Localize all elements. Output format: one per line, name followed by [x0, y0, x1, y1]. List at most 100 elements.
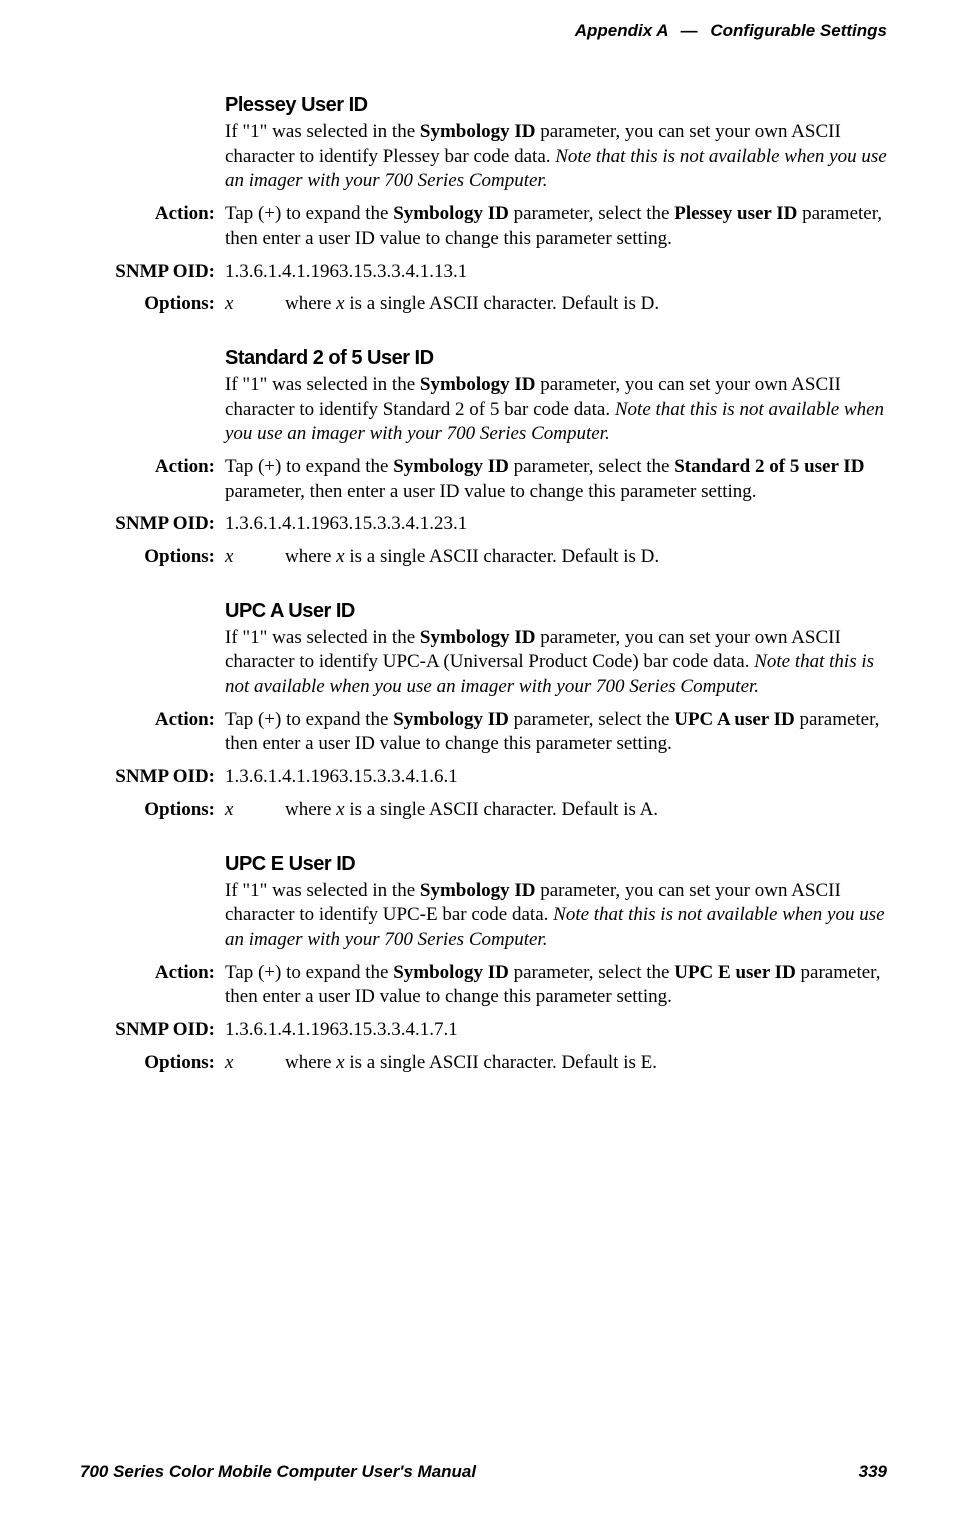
action-text: Tap (+) to expand the — [225, 456, 393, 477]
option-description: where x is a single ASCII character. Def… — [285, 292, 887, 317]
snmp-label: SNMP OID: — [80, 512, 225, 537]
intro-bold: Symbology ID — [420, 627, 536, 648]
snmp-row: SNMP OID: 1.3.6.1.4.1.1963.15.3.3.4.1.7.… — [80, 1018, 887, 1043]
option-symbol: x — [225, 545, 285, 570]
page-footer: 700 Series Color Mobile Computer User's … — [80, 1461, 887, 1483]
section-standard-2of5: Standard 2 of 5 User ID If "1" was selec… — [80, 345, 887, 570]
header-separator: — — [673, 21, 706, 40]
action-text: Tap (+) to expand the — [225, 962, 393, 983]
options-label: Options: — [80, 1051, 225, 1076]
intro-text: If "1" was selected in the — [225, 880, 420, 901]
section-upc-a: UPC A User ID If "1" was selected in the… — [80, 598, 887, 823]
action-row: Action: Tap (+) to expand the Symbology … — [80, 961, 887, 1010]
options-row: Options: x where x is a single ASCII cha… — [80, 798, 887, 823]
opt-x: x — [336, 799, 344, 820]
snmp-value: 1.3.6.1.4.1.1963.15.3.3.4.1.7.1 — [225, 1018, 887, 1043]
section-intro: If "1" was selected in the Symbology ID … — [225, 879, 887, 953]
opt-x: x — [336, 546, 344, 567]
options-value: x where x is a single ASCII character. D… — [225, 798, 887, 823]
snmp-value: 1.3.6.1.4.1.1963.15.3.3.4.1.23.1 — [225, 512, 887, 537]
intro-bold: Symbology ID — [420, 880, 536, 901]
opt-text: where — [285, 799, 336, 820]
action-text: parameter, select the — [509, 709, 674, 730]
action-bold: Symbology ID — [393, 203, 509, 224]
action-bold: UPC A user ID — [674, 709, 795, 730]
section-intro: If "1" was selected in the Symbology ID … — [225, 120, 887, 194]
opt-x: x — [336, 293, 344, 314]
action-bold: Symbology ID — [393, 456, 509, 477]
options-label: Options: — [80, 798, 225, 823]
intro-text: If "1" was selected in the — [225, 374, 420, 395]
snmp-label: SNMP OID: — [80, 1018, 225, 1043]
action-value: Tap (+) to expand the Symbology ID param… — [225, 708, 887, 757]
snmp-row: SNMP OID: 1.3.6.1.4.1.1963.15.3.3.4.1.13… — [80, 260, 887, 285]
option-description: where x is a single ASCII character. Def… — [285, 1051, 887, 1076]
snmp-row: SNMP OID: 1.3.6.1.4.1.1963.15.3.3.4.1.23… — [80, 512, 887, 537]
intro-text: If "1" was selected in the — [225, 627, 420, 648]
action-text: Tap (+) to expand the — [225, 709, 393, 730]
option-symbol: x — [225, 292, 285, 317]
action-label: Action: — [80, 455, 225, 480]
opt-text: is a single ASCII character. Default is … — [345, 293, 659, 314]
action-label: Action: — [80, 202, 225, 227]
action-row: Action: Tap (+) to expand the Symbology … — [80, 455, 887, 504]
action-value: Tap (+) to expand the Symbology ID param… — [225, 202, 887, 251]
header-appendix: Appendix A — [575, 21, 668, 40]
section-upc-e: UPC E User ID If "1" was selected in the… — [80, 851, 887, 1076]
options-row: Options: x where x is a single ASCII cha… — [80, 545, 887, 570]
option-symbol: x — [225, 798, 285, 823]
snmp-value: 1.3.6.1.4.1.1963.15.3.3.4.1.6.1 — [225, 765, 887, 790]
action-text: parameter, select the — [509, 456, 674, 477]
option-symbol: x — [225, 1051, 285, 1076]
action-bold: Standard 2 of 5 user ID — [674, 456, 864, 477]
header-title: Configurable Settings — [710, 21, 887, 40]
action-value: Tap (+) to expand the Symbology ID param… — [225, 455, 887, 504]
intro-bold: Symbology ID — [420, 374, 536, 395]
option-description: where x is a single ASCII character. Def… — [285, 545, 887, 570]
intro-text: If "1" was selected in the — [225, 121, 420, 142]
options-row: Options: x where x is a single ASCII cha… — [80, 1051, 887, 1076]
section-title: Standard 2 of 5 User ID — [225, 345, 887, 371]
page-header: Appendix A — Configurable Settings — [80, 20, 887, 42]
snmp-row: SNMP OID: 1.3.6.1.4.1.1963.15.3.3.4.1.6.… — [80, 765, 887, 790]
action-text: parameter, select the — [509, 962, 674, 983]
action-label: Action: — [80, 961, 225, 986]
section-title: UPC E User ID — [225, 851, 887, 877]
options-value: x where x is a single ASCII character. D… — [225, 1051, 887, 1076]
opt-text: is a single ASCII character. Default is … — [345, 799, 658, 820]
snmp-value: 1.3.6.1.4.1.1963.15.3.3.4.1.13.1 — [225, 260, 887, 285]
action-label: Action: — [80, 708, 225, 733]
opt-text: where — [285, 546, 336, 567]
section-title: Plessey User ID — [225, 92, 887, 118]
options-value: x where x is a single ASCII character. D… — [225, 292, 887, 317]
opt-text: is a single ASCII character. Default is … — [345, 546, 659, 567]
action-value: Tap (+) to expand the Symbology ID param… — [225, 961, 887, 1010]
options-row: Options: x where x is a single ASCII cha… — [80, 292, 887, 317]
footer-page-number: 339 — [859, 1461, 887, 1483]
action-bold: Plessey user ID — [674, 203, 797, 224]
snmp-label: SNMP OID: — [80, 260, 225, 285]
opt-text: where — [285, 293, 336, 314]
opt-text: where — [285, 1052, 336, 1073]
action-bold: Symbology ID — [393, 709, 509, 730]
opt-text: is a single ASCII character. Default is … — [345, 1052, 657, 1073]
footer-manual-title: 700 Series Color Mobile Computer User's … — [80, 1461, 476, 1483]
opt-x: x — [336, 1052, 344, 1073]
action-text: Tap (+) to expand the — [225, 203, 393, 224]
section-title: UPC A User ID — [225, 598, 887, 624]
action-row: Action: Tap (+) to expand the Symbology … — [80, 202, 887, 251]
action-bold: Symbology ID — [393, 962, 509, 983]
action-bold: UPC E user ID — [674, 962, 796, 983]
snmp-label: SNMP OID: — [80, 765, 225, 790]
section-intro: If "1" was selected in the Symbology ID … — [225, 626, 887, 700]
options-label: Options: — [80, 545, 225, 570]
option-description: where x is a single ASCII character. Def… — [285, 798, 887, 823]
section-intro: If "1" was selected in the Symbology ID … — [225, 373, 887, 447]
action-text: parameter, then enter a user ID value to… — [225, 481, 757, 502]
options-label: Options: — [80, 292, 225, 317]
action-row: Action: Tap (+) to expand the Symbology … — [80, 708, 887, 757]
options-value: x where x is a single ASCII character. D… — [225, 545, 887, 570]
action-text: parameter, select the — [509, 203, 674, 224]
intro-bold: Symbology ID — [420, 121, 536, 142]
section-plessey: Plessey User ID If "1" was selected in t… — [80, 92, 887, 317]
